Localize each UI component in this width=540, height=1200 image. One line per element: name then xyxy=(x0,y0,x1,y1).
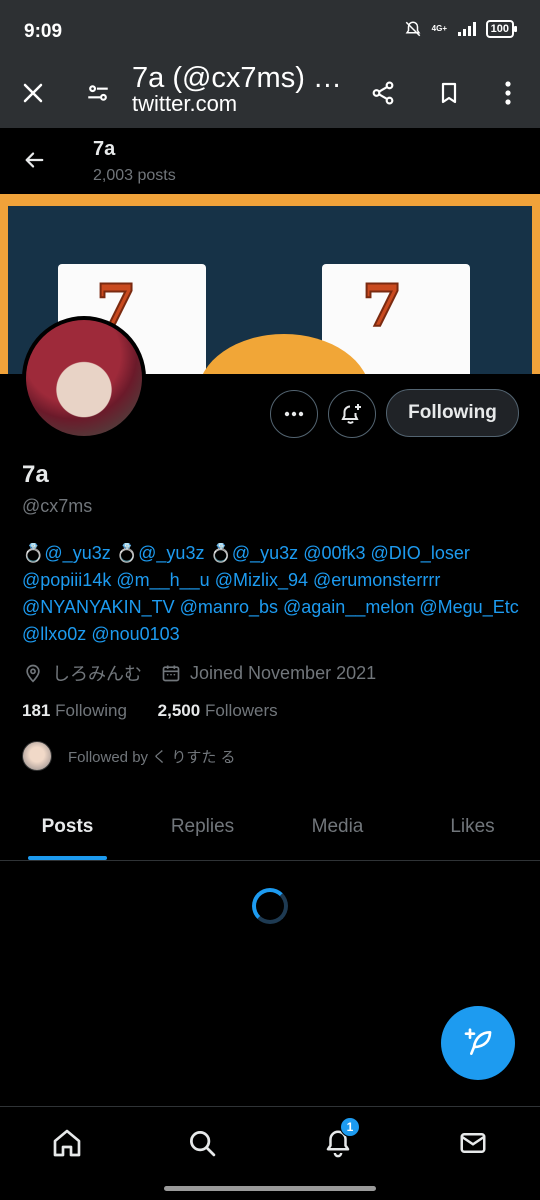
profile-meta: しろみんむ Joined November 2021 xyxy=(22,660,376,686)
followers-label: Followers xyxy=(204,701,278,720)
more-vert-icon xyxy=(505,81,511,105)
notification-badge: 1 xyxy=(340,1117,360,1137)
profile-name: 7a xyxy=(22,461,49,488)
bio-mention[interactable]: @manro_bs xyxy=(180,597,278,617)
bio-mention[interactable]: @llxo0z xyxy=(22,624,86,644)
following-label: Following xyxy=(55,701,127,720)
more-options-button[interactable] xyxy=(270,390,318,438)
header-post-count: 2,003 posts xyxy=(93,167,176,184)
following-button[interactable]: Following xyxy=(386,389,519,437)
follower-avatar xyxy=(22,741,52,771)
bookmark-button[interactable] xyxy=(427,71,471,115)
followers-count: 2,500 xyxy=(157,701,201,720)
bookmark-icon xyxy=(441,82,457,104)
loading-spinner xyxy=(252,888,288,924)
status-time: 9:09 xyxy=(24,21,63,42)
share-button[interactable] xyxy=(361,71,405,115)
profile-header: 7a 2,003 posts xyxy=(0,128,540,194)
notify-button[interactable] xyxy=(328,390,376,438)
bottom-navigation: 1 xyxy=(0,1106,540,1178)
bio-mention[interactable]: 💍@_yu3z xyxy=(116,543,205,563)
feather-plus-icon xyxy=(464,1028,492,1055)
compose-button[interactable] xyxy=(441,1006,515,1080)
close-tab-button[interactable] xyxy=(11,71,55,115)
bio-mention[interactable]: 💍@_yu3z xyxy=(209,543,298,563)
follow-counts: 181 Following 2,500 Followers xyxy=(22,701,278,721)
browser-toolbar: 7a (@cx7ms) … twitter.com xyxy=(0,58,540,128)
mute-bell-icon xyxy=(405,21,421,37)
mail-icon xyxy=(460,1133,486,1153)
bio-mention[interactable]: @m__h__u xyxy=(116,570,209,590)
profile-handle: @cx7ms xyxy=(22,496,93,516)
bio-mention[interactable]: @00fk3 xyxy=(303,543,365,563)
header-name: 7a xyxy=(93,138,116,160)
signal-icon xyxy=(457,22,476,36)
bio-mention[interactable]: @Megu_Etc xyxy=(419,597,518,617)
back-button[interactable] xyxy=(14,140,54,180)
followers-link[interactable]: 2,500 Followers xyxy=(158,701,278,720)
page-url[interactable]: twitter.com xyxy=(132,91,237,117)
share-icon xyxy=(372,81,394,105)
following-count: 181 xyxy=(22,701,51,720)
tab-replies[interactable]: Replies xyxy=(135,797,270,860)
bio-mention[interactable]: @DIO_loser xyxy=(371,543,470,563)
tab-likes[interactable]: Likes xyxy=(405,797,540,860)
banner-seven-right: 7 xyxy=(361,271,403,341)
status-icons: 4G+ 100 xyxy=(404,20,518,38)
followed-by[interactable]: Followed by く りすた る xyxy=(22,741,236,771)
calendar-icon xyxy=(160,662,182,684)
avatar-image xyxy=(26,320,142,436)
tab-posts[interactable]: Posts xyxy=(0,797,135,860)
site-settings-button[interactable] xyxy=(76,71,120,115)
nav-notifications[interactable]: 1 xyxy=(320,1117,360,1161)
search-icon xyxy=(190,1131,216,1157)
bio-mention[interactable]: 💍@_yu3z xyxy=(22,543,111,563)
nav-home[interactable] xyxy=(49,1125,85,1161)
bio-mention[interactable]: @popiii14k xyxy=(22,570,111,590)
avatar[interactable] xyxy=(22,316,146,440)
bio-mention[interactable]: @nou0103 xyxy=(91,624,179,644)
close-icon xyxy=(23,83,43,103)
bell-plus-icon xyxy=(341,404,361,424)
profile-bio: 💍@_yu3z 💍@_yu3z 💍@_yu3z @00fk3 @DIO_lose… xyxy=(22,540,522,648)
home-icon xyxy=(53,1129,81,1157)
nav-search[interactable] xyxy=(184,1125,220,1161)
location-icon xyxy=(22,662,44,684)
bio-mention[interactable]: @erumonsterrrr xyxy=(313,570,440,590)
battery-icon: 100 xyxy=(485,20,518,38)
gesture-bar[interactable] xyxy=(164,1186,376,1191)
nav-messages[interactable] xyxy=(455,1125,491,1161)
more-horizontal-icon xyxy=(284,411,304,417)
tab-media[interactable]: Media xyxy=(270,797,405,860)
profile-tabs: Posts Replies Media Likes xyxy=(0,797,540,861)
bio-mention[interactable]: @NYANYAKIN_TV xyxy=(22,597,175,617)
following-link[interactable]: 181 Following xyxy=(22,701,127,720)
tune-icon xyxy=(88,85,108,101)
bio-mention[interactable]: @again__melon xyxy=(283,597,414,617)
bio-mention[interactable]: @Mizlix_94 xyxy=(215,570,308,590)
network-type: 4G+ xyxy=(431,24,447,33)
followed-by-text: Followed by く りすた る xyxy=(68,748,236,766)
status-bar: 9:09 4G+ 100 xyxy=(0,0,540,58)
profile-joined: Joined November 2021 xyxy=(190,662,377,683)
menu-button[interactable] xyxy=(486,71,530,115)
profile-location: しろみんむ xyxy=(52,664,142,684)
arrow-left-icon xyxy=(25,152,44,168)
